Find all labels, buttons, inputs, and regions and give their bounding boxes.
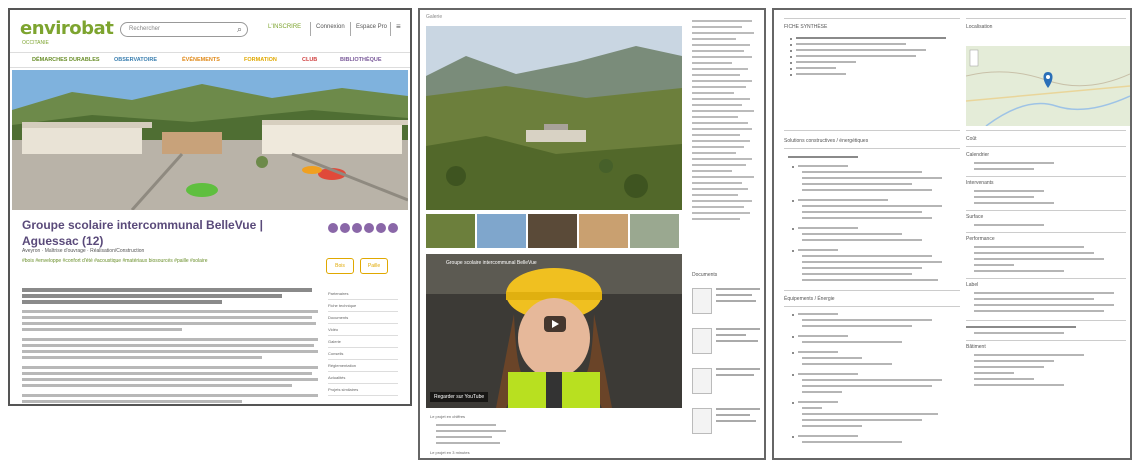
share-icon[interactable] (388, 223, 398, 233)
stakeholders-header: Intervenants (966, 180, 994, 186)
gallery-label: Galerie (426, 14, 443, 20)
search-placeholder: Rechercher (129, 26, 161, 32)
badge-paille: Paille (360, 258, 388, 274)
main-menu: Démarches durables Observatoire Événemen… (10, 52, 410, 68)
thumbnail[interactable] (630, 214, 679, 248)
documents-header: Documents (692, 272, 718, 278)
calendar-header: Calendrier (966, 152, 990, 158)
gallery-sidebar (692, 20, 762, 224)
signup-link[interactable]: L'INSCRIRE (268, 24, 301, 30)
menu-item-evenements[interactable]: Événements (182, 57, 220, 63)
login-link[interactable]: Connexion (316, 24, 345, 30)
share-buttons (328, 220, 400, 238)
synthesis-header: FICHE SYNTHÈSE (784, 24, 828, 30)
sidebar-link[interactable]: Conseils (328, 348, 398, 360)
sidebar-link[interactable]: Réglementation (328, 360, 398, 372)
sidebar-link[interactable]: Documents (328, 312, 398, 324)
page-title: Groupe scolaire intercommunal BelleVue |… (22, 218, 263, 248)
youtube-watch-link[interactable]: Regarder sur YouTube (430, 392, 489, 402)
divider (350, 22, 351, 36)
thumbnail[interactable] (579, 214, 628, 248)
share-icon[interactable] (376, 223, 386, 233)
site-logo[interactable]: envirobat (20, 18, 114, 39)
menu-item-demarches[interactable]: Démarches durables (32, 57, 100, 63)
cost-header: Coût (966, 136, 977, 142)
pro-space-link[interactable]: Espace Pro (356, 24, 387, 30)
document-icon (692, 368, 712, 394)
badge-bois: Bois (326, 258, 354, 274)
site-header: envirobat OCCITANIE Rechercher ⌕ L'INSCR… (10, 10, 410, 50)
menu-item-club[interactable]: Club (302, 57, 317, 63)
sidebar-link[interactable]: Galerie (328, 336, 398, 348)
menu-item-bibliotheque[interactable]: Bibliothèque (340, 57, 382, 63)
location-map[interactable] (966, 46, 1130, 126)
document-item[interactable] (692, 286, 762, 316)
divider (390, 22, 391, 36)
building-header: Bâtiment (966, 344, 986, 350)
location-header: Localisation (966, 24, 993, 30)
play-icon[interactable] (544, 316, 566, 332)
document-icon (692, 408, 712, 434)
search-input[interactable]: Rechercher ⌕ (120, 22, 248, 37)
label-header: Label (966, 282, 979, 288)
project-meta: Aveyron · Maîtrise d'ouvrage · Réalisati… (22, 248, 145, 254)
document-icon (692, 328, 712, 354)
thumbnail[interactable] (528, 214, 577, 248)
document-item[interactable] (692, 406, 762, 436)
share-icon[interactable] (328, 223, 338, 233)
menu-item-formation[interactable]: Formation (244, 57, 277, 63)
thumbnail[interactable] (426, 214, 475, 248)
thumbnail[interactable] (477, 214, 526, 248)
project-page-overview: envirobat OCCITANIE Rechercher ⌕ L'INSCR… (8, 8, 412, 406)
gallery-main-photo[interactable] (426, 26, 682, 210)
project-technical-sheet: FICHE SYNTHÈSE Localisation Solutions co… (772, 8, 1132, 460)
share-icon[interactable] (340, 223, 350, 233)
document-item[interactable] (692, 366, 762, 396)
material-badges: Bois Paille (326, 254, 394, 274)
page-sidebar: Partenaires Fiche technique Documents Vi… (328, 288, 398, 396)
search-icon[interactable]: ⌕ (237, 24, 242, 35)
gallery-thumbnails (426, 214, 682, 248)
sidebar-link[interactable]: Fiche technique (328, 300, 398, 312)
sidebar-link[interactable]: Vidéo (328, 324, 398, 336)
sidebar-link[interactable]: Partenaires (328, 288, 398, 300)
hero-photo (12, 70, 408, 210)
constructive-solutions-header: Solutions constructives / énergétiques (784, 138, 869, 144)
share-icon[interactable] (364, 223, 374, 233)
document-icon (692, 288, 712, 314)
project-figures-heading: Le projet en chiffres (430, 414, 466, 419)
video-title: Groupe scolaire intercommunal BelleVue (446, 260, 537, 266)
performance-header: Performance (966, 236, 995, 242)
divider (310, 22, 311, 36)
menu-icon[interactable]: ≡ (396, 22, 401, 31)
surface-header: Surface (966, 214, 984, 220)
share-icon[interactable] (352, 223, 362, 233)
project-tags[interactable]: #bois #enveloppe #confort d'été #acousti… (22, 258, 312, 264)
sidebar-link[interactable]: Actualités (328, 372, 398, 384)
document-item[interactable] (692, 326, 762, 356)
video-player[interactable]: Groupe scolaire intercommunal BelleVue R… (426, 254, 682, 408)
project-3min-heading: Le projet en 3 minutes (430, 450, 470, 455)
logo-subtitle: OCCITANIE (22, 40, 49, 46)
project-page-gallery: Galerie Groupe scolaire intercommunal Be… (418, 8, 766, 460)
equipment-header: Équipements / Énergie (784, 296, 835, 302)
sidebar-link[interactable]: Projets similaires (328, 384, 398, 396)
menu-item-observatoire[interactable]: Observatoire (114, 57, 157, 63)
